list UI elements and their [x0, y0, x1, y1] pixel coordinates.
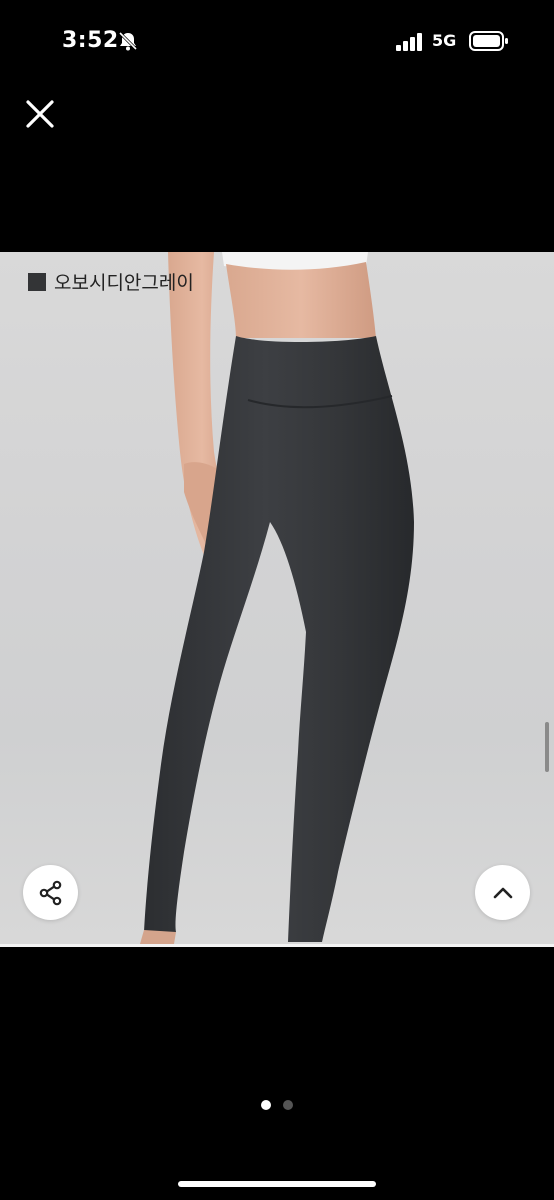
product-photo[interactable]: 오보시디안그레이 — [0, 252, 554, 944]
battery-icon — [469, 31, 508, 51]
close-icon[interactable] — [22, 96, 58, 132]
page-dot-1[interactable] — [261, 1100, 271, 1110]
signal-icon — [396, 33, 422, 51]
page-indicator — [0, 1100, 554, 1110]
share-icon — [39, 880, 61, 905]
network-type: 5G — [432, 31, 457, 50]
scroll-up-button[interactable] — [475, 865, 530, 920]
photo-divider — [0, 944, 554, 947]
chevron-up-icon — [493, 887, 512, 898]
leggings-model-image — [140, 252, 414, 944]
color-name: 오보시디안그레이 — [54, 272, 194, 294]
scrollbar-thumb[interactable] — [545, 722, 549, 772]
color-swatch — [28, 272, 46, 291]
status-time: 3:52 — [62, 28, 119, 53]
share-button[interactable] — [23, 865, 78, 920]
status-bar: 3:52 5G — [0, 0, 554, 80]
bell-off-icon — [118, 31, 138, 51]
home-indicator[interactable] — [178, 1181, 376, 1187]
page-dot-2[interactable] — [283, 1100, 293, 1110]
image-viewer-screen: 3:52 5G 오보시디안그레이 — [0, 0, 554, 1200]
color-label: 오보시디안그레이 — [28, 268, 194, 295]
